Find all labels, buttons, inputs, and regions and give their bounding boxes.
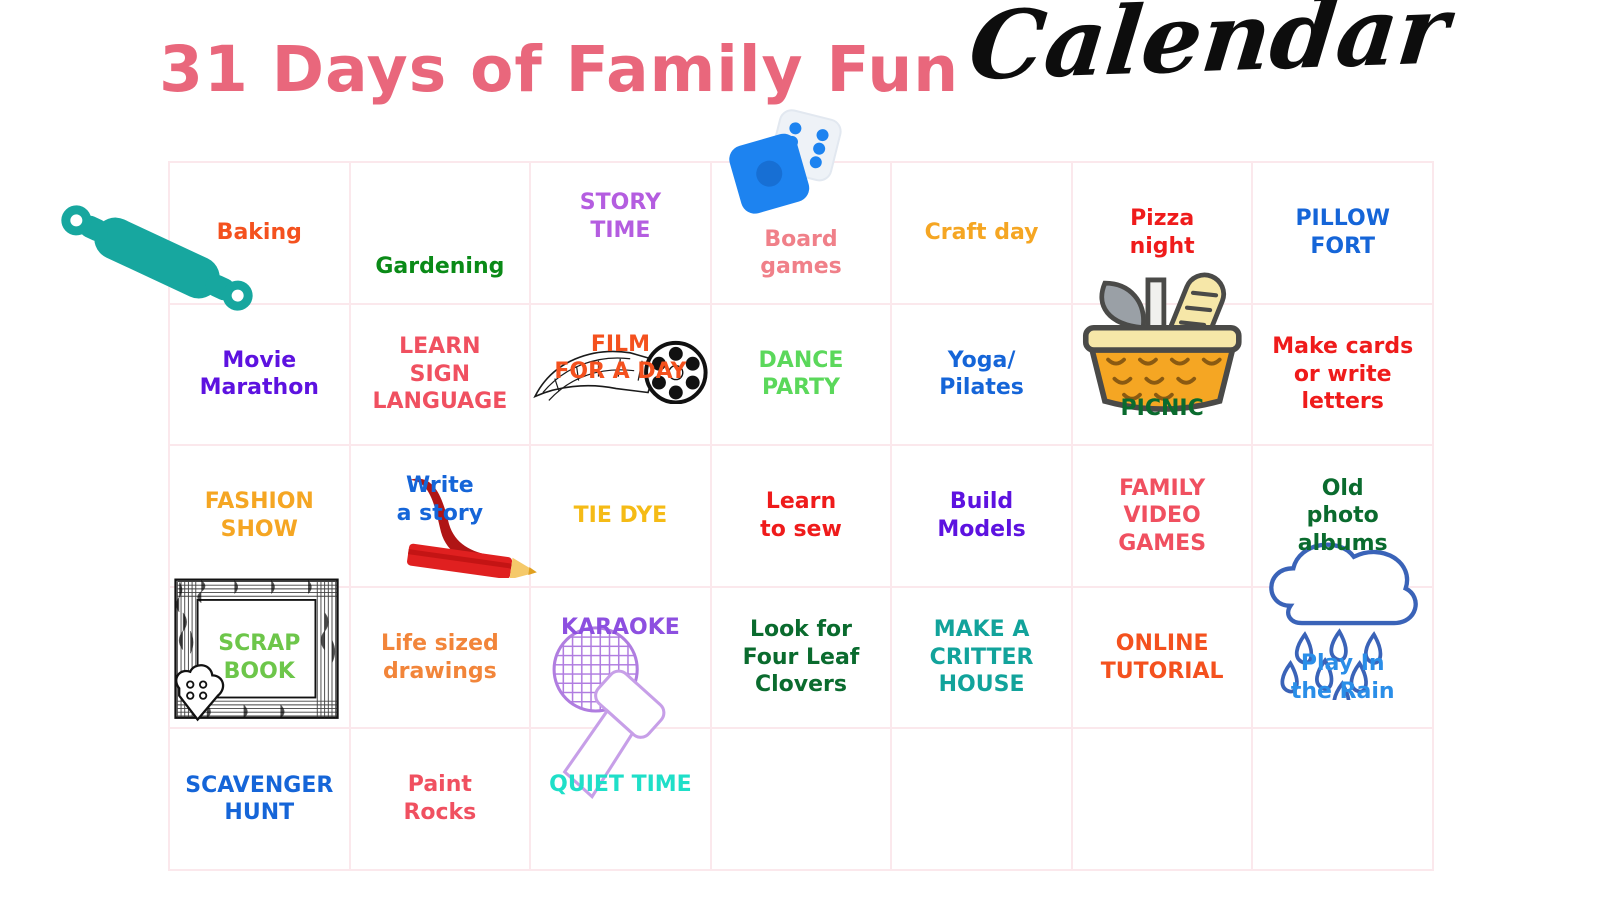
activity-label: PILLOW FORT	[1295, 206, 1390, 259]
calendar-cell[interactable]: PILLOW FORT	[1253, 163, 1434, 305]
activity-label: Build Models	[937, 489, 1026, 542]
calendar-cell[interactable]: PICNIC	[1072, 272, 1254, 447]
calendar-cell[interactable]: TIE DYE	[531, 446, 712, 588]
activity-label: ONLINE TUTORIAL	[1100, 631, 1224, 684]
calendar-cell[interactable]: Life sized drawings	[350, 587, 532, 730]
calendar-cell[interactable]: Baking	[61, 163, 351, 311]
calendar-cell[interactable]: Board games	[711, 109, 893, 305]
calendar-cell[interactable]	[892, 729, 1073, 871]
calendar-cell[interactable]: KARAOKE	[531, 587, 712, 799]
calendar-cell[interactable]: Play In the Rain	[1253, 542, 1434, 730]
calendar-cell[interactable]: Look for Four Leaf Clovers	[711, 587, 893, 730]
activity-label: Life sized drawings	[380, 631, 499, 684]
activity-label: SCAVENGER HUNT	[185, 772, 334, 826]
activity-label: LEARN SIGN LANGUAGE	[372, 334, 508, 415]
calendar-cell[interactable]: STORY TIME	[531, 163, 712, 305]
calendar-cell[interactable]: Craft day	[892, 163, 1073, 305]
activity-label: Baking	[216, 220, 302, 246]
calendar-cell[interactable]: FAMILY VIDEO GAMES	[1072, 446, 1254, 588]
calendar-cell[interactable]: Gardening	[350, 163, 532, 305]
calendar-cell[interactable]: SCAVENGER HUNT	[170, 729, 351, 871]
calendar-cell[interactable]: DANCE PARTY	[711, 304, 893, 447]
calendar-cell[interactable]: FASHION SHOW	[170, 446, 351, 588]
activity-label: Look for Four Leaf Clovers	[742, 617, 860, 698]
dice-icon	[724, 107, 842, 217]
calendar-cell[interactable]: LEARN SIGN LANGUAGE	[350, 304, 532, 447]
activity-label: Old photo albums	[1297, 475, 1388, 556]
activity-label: STORY TIME	[579, 190, 662, 243]
calendar-cell[interactable]: Make cards or write letters	[1253, 304, 1434, 447]
calendar-cell[interactable]: Build Models	[892, 446, 1073, 588]
activity-label: Yoga/Pilates	[939, 347, 1024, 401]
activity-label: SCRAP BOOK	[218, 631, 301, 684]
activity-label: Pizza night	[1129, 206, 1195, 259]
activity-label: QUIET TIME	[549, 772, 692, 798]
calendar-cell[interactable]	[1072, 729, 1254, 871]
calendar-cell[interactable]: Movie Marathon	[170, 304, 351, 447]
calendar-cell[interactable]: ONLINE TUTORIAL	[1072, 587, 1254, 730]
activity-label: KARAOKE	[561, 614, 680, 640]
calendar-cell[interactable]: QUIET TIME	[531, 729, 712, 871]
page-title: 31 Days of Family Fun Calendar	[0, 0, 1600, 106]
calendar-cell[interactable]: Write a story	[350, 446, 537, 588]
activity-label: FASHION SHOW	[204, 489, 314, 542]
activity-label: Movie Marathon	[199, 347, 319, 401]
activity-label: Craft day	[924, 220, 1039, 246]
calendar-cell[interactable]: Yoga/Pilates	[892, 304, 1073, 447]
activity-label: Play In the Rain	[1290, 651, 1395, 704]
activity-label: Board games	[760, 226, 842, 280]
calendar-cell[interactable]: Paint Rocks	[350, 729, 532, 871]
page-title-main: 31 Days of Family Fun	[159, 33, 960, 106]
calendar-cell[interactable]	[711, 729, 893, 871]
calendar-grid: Baking Gardening STORY TIME Board games Craft…	[61, 109, 1434, 871]
activity-label: Make cards or write letters	[1272, 334, 1414, 415]
activity-label: Learn to sew	[760, 489, 842, 542]
calendar-cell[interactable]: FILM FOR A DAY	[531, 304, 712, 447]
calendar-cell[interactable]: Learn to sew	[711, 446, 893, 588]
page-title-script: Calendar	[964, 0, 1454, 102]
activity-label: TIE DYE	[573, 503, 668, 529]
calendar-cell[interactable]: Pizza night	[1072, 163, 1254, 305]
activity-label: FAMILY VIDEO GAMES	[1118, 475, 1207, 556]
activity-label: Write a story	[396, 473, 484, 526]
activity-label: PICNIC	[1120, 395, 1204, 421]
activity-label: Paint Rocks	[403, 772, 477, 825]
activity-label: MAKE A CRITTER HOUSE	[929, 617, 1034, 698]
activity-label: Gardening	[375, 254, 505, 280]
calendar-cell[interactable]	[1253, 729, 1434, 871]
calendar-cell[interactable]: SCRAP BOOK	[170, 578, 351, 730]
calendar-cell[interactable]: Old photo albums	[1253, 446, 1434, 588]
activity-label: DANCE PARTY	[758, 347, 844, 401]
calendar-cell[interactable]: MAKE A CRITTER HOUSE	[892, 587, 1073, 730]
activity-label: FILM FOR A DAY	[554, 331, 687, 385]
